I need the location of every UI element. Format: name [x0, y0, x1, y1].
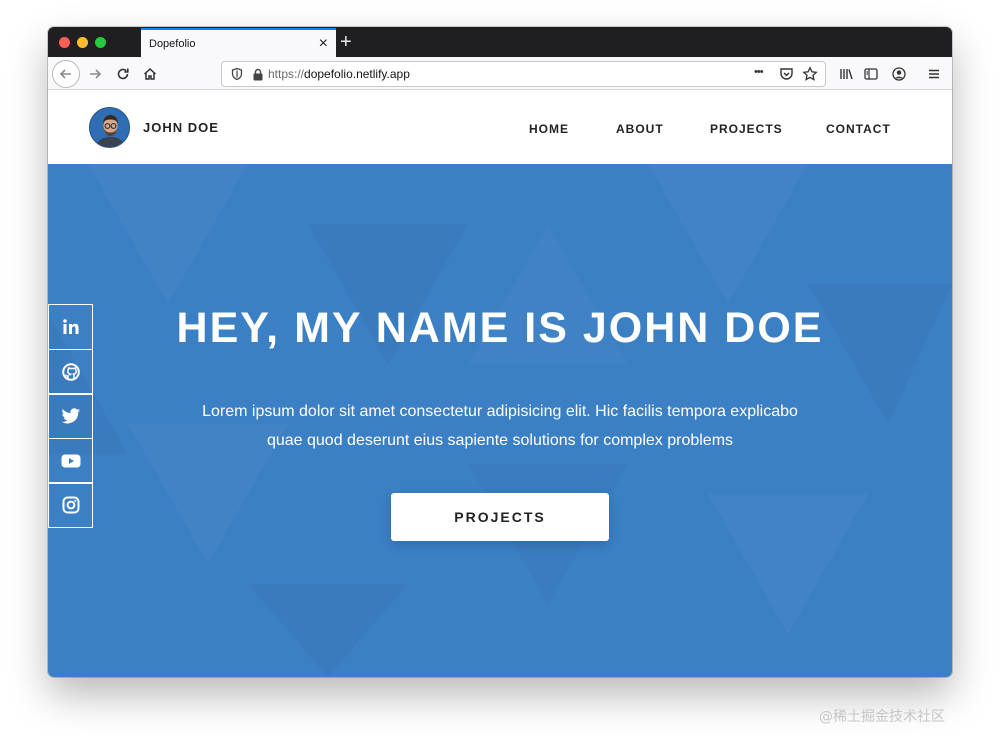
close-tab-icon[interactable]: ×	[319, 35, 328, 52]
back-button[interactable]	[52, 60, 80, 88]
hero-title: HEY, MY NAME IS JOHN DOE	[176, 304, 824, 352]
close-window-button[interactable]	[59, 37, 70, 48]
nav-contact[interactable]: CONTACT	[826, 122, 891, 136]
nav-projects[interactable]: PROJECTS	[710, 122, 783, 136]
account-icon	[892, 67, 906, 81]
reload-button[interactable]	[110, 61, 136, 87]
pocket-icon[interactable]	[779, 67, 794, 81]
github-icon	[61, 362, 80, 381]
library-button[interactable]	[833, 61, 859, 87]
new-tab-button[interactable]: +	[340, 30, 352, 54]
twitter-link[interactable]	[48, 393, 93, 439]
nav-about[interactable]: ABOUT	[616, 122, 664, 136]
hero-section: HEY, MY NAME IS JOHN DOE Lorem ipsum dol…	[48, 164, 952, 677]
youtube-icon	[61, 454, 81, 468]
twitter-icon	[61, 407, 81, 425]
sidebar-icon	[864, 68, 878, 80]
instagram-icon	[62, 496, 80, 514]
reload-icon	[117, 68, 129, 80]
shield-icon[interactable]	[230, 67, 244, 81]
sidebar-button[interactable]	[858, 61, 884, 87]
menu-button[interactable]	[921, 61, 947, 87]
bookmark-star-icon[interactable]	[802, 66, 818, 82]
brand-name[interactable]: JOHN DOE	[143, 120, 219, 135]
hero-subtitle: Lorem ipsum dolor sit amet consectetur a…	[202, 403, 798, 449]
tab-title: Dopefolio	[149, 37, 196, 50]
avatar[interactable]	[89, 107, 130, 148]
projects-cta-button[interactable]: PROJECTS	[391, 493, 609, 541]
github-link[interactable]	[48, 348, 93, 395]
forward-button[interactable]	[82, 61, 108, 87]
watermark-text: @稀土掘金技术社区	[819, 709, 945, 725]
site-header: JOHN DOE HOME ABOUT PROJECTS CONTACT	[48, 91, 952, 164]
tab-dopefolio[interactable]: Dopefolio ×	[141, 28, 336, 57]
arrow-right-icon	[90, 69, 102, 79]
instagram-link[interactable]	[48, 482, 93, 528]
maximize-window-button[interactable]	[95, 37, 106, 48]
browser-window: Dopefolio × + https://dopefolio.netlify.…	[48, 27, 952, 677]
home-button[interactable]	[137, 61, 163, 87]
url-text[interactable]: https://dopefolio.netlify.app	[268, 67, 410, 81]
page-actions-icon[interactable]: •••	[754, 66, 764, 78]
address-bar[interactable]: https://dopefolio.netlify.app •••	[221, 61, 826, 87]
youtube-link[interactable]	[48, 437, 93, 484]
nav-home[interactable]: HOME	[529, 122, 569, 136]
lock-icon[interactable]	[252, 68, 264, 81]
navigation-toolbar: https://dopefolio.netlify.app •••	[48, 57, 952, 90]
library-icon	[840, 69, 853, 80]
home-icon	[143, 67, 157, 80]
hamburger-icon	[929, 69, 939, 79]
account-button[interactable]	[886, 61, 912, 87]
arrow-left-icon	[59, 69, 71, 79]
tab-bar: Dopefolio × +	[48, 27, 952, 57]
minimize-window-button[interactable]	[77, 37, 88, 48]
